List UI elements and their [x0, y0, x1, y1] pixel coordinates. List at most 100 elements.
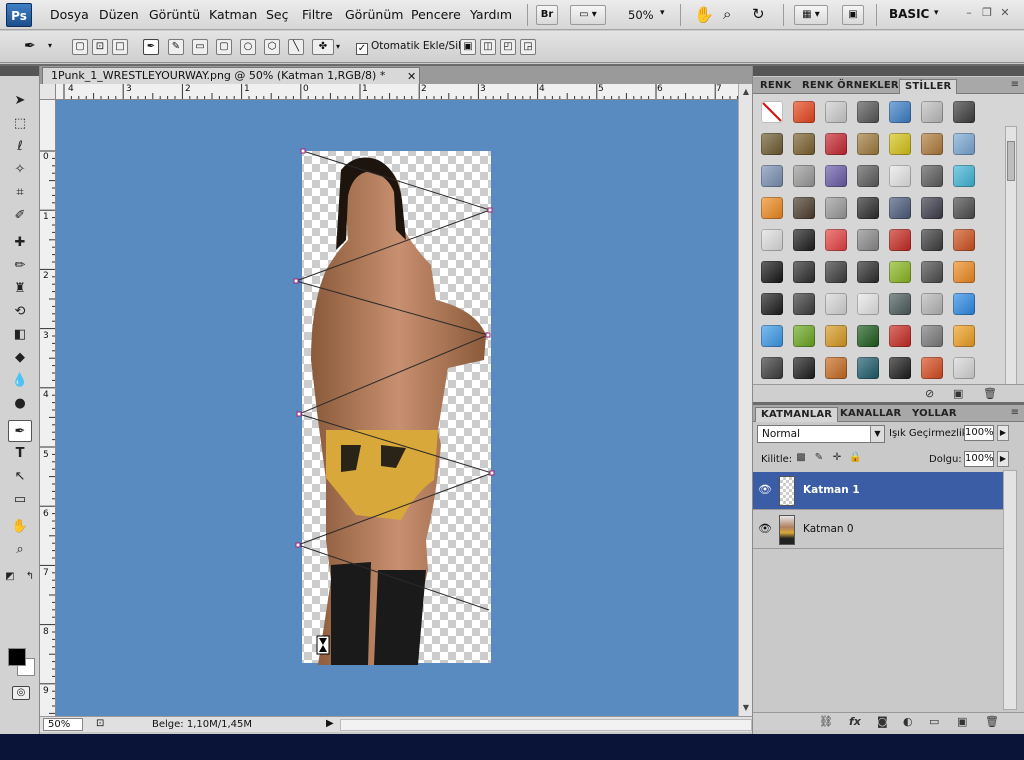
style-swatch[interactable] — [825, 101, 847, 123]
workspace-switcher[interactable]: BASIC — [889, 7, 929, 21]
style-swatch[interactable] — [793, 229, 815, 251]
rectangle-shape-icon[interactable]: ▭ — [192, 39, 208, 55]
menu-window[interactable]: Pencere — [411, 7, 461, 22]
horizontal-ruler[interactable]: 4 3 2 1 0 1 2 3 4 5 6 7 — [56, 84, 738, 100]
style-swatch[interactable] — [857, 133, 879, 155]
lock-all-icon[interactable]: 🔒 — [849, 452, 861, 464]
style-swatch[interactable] — [825, 293, 847, 315]
scroll-thumb[interactable] — [1007, 141, 1015, 181]
layer-name[interactable]: Katman 0 — [803, 523, 854, 535]
style-swatch[interactable] — [793, 357, 815, 379]
pen-icon[interactable]: ✒ — [143, 39, 159, 55]
status-options-icon[interactable]: ⊡ — [96, 718, 104, 729]
healing-brush-tool-icon[interactable]: ✚ — [8, 232, 32, 254]
new-style-icon[interactable]: ▣ — [953, 387, 963, 400]
line-icon[interactable]: ╲ — [288, 39, 304, 55]
swap-colors-icon[interactable]: ↰ — [22, 566, 38, 588]
add-to-path-icon[interactable]: ▣ — [460, 39, 476, 55]
style-swatch[interactable] — [953, 133, 975, 155]
tab-paths[interactable]: YOLLAR — [907, 407, 962, 422]
style-swatch[interactable] — [825, 261, 847, 283]
scroll-down-icon[interactable]: ▼ — [740, 702, 752, 714]
menu-layer[interactable]: Katman — [209, 7, 257, 22]
style-swatch[interactable] — [921, 165, 943, 187]
opacity-field[interactable]: 100% — [964, 425, 994, 441]
intersect-path-icon[interactable]: ◰ — [500, 39, 516, 55]
style-swatch[interactable] — [761, 197, 783, 219]
blend-mode-select[interactable]: Normal ▼ — [757, 425, 885, 443]
chevron-down-icon[interactable]: ▾ — [660, 8, 665, 18]
menu-view[interactable]: Görünüm — [345, 7, 403, 22]
hand-tool-icon[interactable]: ✋ — [8, 516, 32, 538]
chevron-down-icon[interactable]: ▾ — [336, 42, 340, 51]
style-swatch[interactable] — [921, 357, 943, 379]
layer-row[interactable]: 👁 Katman 0 — [753, 511, 1003, 549]
menu-filter[interactable]: Filtre — [302, 7, 333, 22]
style-swatch[interactable] — [825, 165, 847, 187]
ellipse-icon[interactable]: ○ — [240, 39, 256, 55]
style-swatch[interactable] — [921, 261, 943, 283]
paths-icon[interactable]: ⊡ — [92, 39, 108, 55]
style-swatch[interactable] — [793, 325, 815, 347]
layer-row[interactable]: 👁 Katman 1 — [753, 472, 1003, 510]
minimize-icon[interactable]: – — [962, 7, 976, 19]
style-swatch[interactable] — [793, 197, 815, 219]
style-swatch[interactable] — [857, 101, 879, 123]
style-swatch[interactable] — [857, 197, 879, 219]
dock-header[interactable] — [753, 66, 1024, 76]
rotate-view-icon[interactable]: ↻ — [752, 5, 765, 23]
style-swatch[interactable] — [857, 261, 879, 283]
tab-styles[interactable]: STİLLER — [899, 79, 958, 94]
eye-icon[interactable]: 👁 — [757, 482, 773, 498]
restore-icon[interactable]: ❐ — [980, 7, 994, 19]
style-swatch[interactable] — [953, 197, 975, 219]
style-swatch[interactable] — [921, 133, 943, 155]
menu-edit[interactable]: Düzen — [99, 7, 139, 22]
paint-bucket-tool-icon[interactable]: ◆ — [8, 347, 32, 369]
document-tab[interactable]: 1Punk_1_WRESTLEYOURWAY.png @ 50% (Katman… — [42, 67, 420, 84]
lock-image-icon[interactable]: ✎ — [813, 452, 825, 464]
style-swatch[interactable] — [761, 101, 783, 123]
magic-wand-tool-icon[interactable]: ✧ — [8, 159, 32, 181]
brush-tool-icon[interactable]: ✏ — [8, 255, 32, 277]
style-swatch[interactable] — [761, 229, 783, 251]
style-swatch[interactable] — [889, 357, 911, 379]
fill-field[interactable]: 100% — [964, 451, 994, 467]
bridge-button[interactable]: Br — [536, 5, 558, 25]
status-menu-arrow-icon[interactable]: ▶ — [326, 718, 334, 729]
pen-tool-preset-icon[interactable]: ✒ — [24, 38, 36, 54]
close-icon[interactable]: ✕ — [998, 7, 1012, 19]
tab-color[interactable]: RENK — [755, 79, 796, 94]
style-swatch[interactable] — [921, 197, 943, 219]
tools-panel-header[interactable] — [0, 66, 39, 76]
style-swatch[interactable] — [825, 229, 847, 251]
rounded-rectangle-icon[interactable]: ▢ — [216, 39, 232, 55]
clone-stamp-tool-icon[interactable]: ♜ — [8, 278, 32, 300]
menu-select[interactable]: Seç — [266, 7, 289, 22]
style-swatch[interactable] — [857, 165, 879, 187]
horizontal-scrollbar[interactable] — [340, 719, 752, 731]
custom-shape-icon[interactable]: ✤ — [312, 39, 334, 55]
style-swatch[interactable] — [793, 293, 815, 315]
path-selection-tool-icon[interactable]: ↖ — [8, 466, 32, 488]
shape-layers-icon[interactable]: ▢ — [72, 39, 88, 55]
style-swatch[interactable] — [761, 325, 783, 347]
style-swatch[interactable] — [793, 133, 815, 155]
hand-tool-icon[interactable]: ✋ — [694, 5, 714, 24]
layer-mask-icon[interactable]: ◙ — [877, 715, 888, 728]
style-swatch[interactable] — [761, 293, 783, 315]
checkbox-checked-icon[interactable]: ✓ — [356, 43, 368, 55]
lock-position-icon[interactable]: ✛ — [831, 452, 843, 464]
delete-style-icon[interactable]: 🗑 — [983, 387, 997, 400]
style-swatch[interactable] — [825, 197, 847, 219]
layer-name[interactable]: Katman 1 — [803, 484, 860, 496]
style-swatch[interactable] — [889, 165, 911, 187]
tab-channels[interactable]: KANALLAR — [835, 407, 906, 422]
chevron-down-icon[interactable]: ▼ — [870, 426, 884, 442]
new-layer-icon[interactable]: ▣ — [957, 715, 967, 728]
crop-tool-icon[interactable]: ⌗ — [8, 182, 32, 204]
style-swatch[interactable] — [921, 101, 943, 123]
vertical-scrollbar[interactable]: ▲ ▼ — [738, 84, 752, 716]
zoom-field[interactable]: 50% — [43, 718, 83, 731]
style-swatch[interactable] — [825, 325, 847, 347]
